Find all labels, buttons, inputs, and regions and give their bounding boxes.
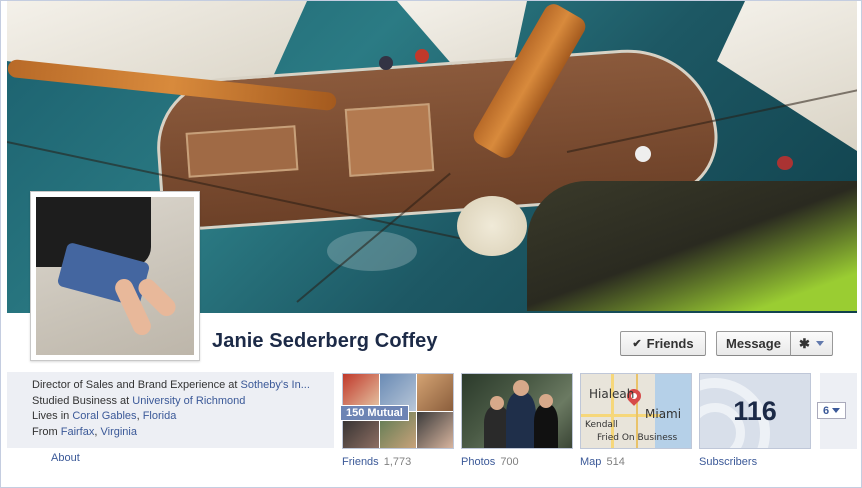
cabin [185, 125, 299, 178]
lives-text: Lives in [32, 410, 73, 422]
person [506, 392, 536, 448]
person [635, 146, 651, 162]
from-row: From Fairfax, Virginia [32, 425, 330, 441]
profile-page: Janie Sederberg Coffey ✔ Friends Message… [0, 0, 862, 488]
mutual-friends-badge[interactable]: 150 Mutual [340, 405, 409, 421]
message-button[interactable]: Message [716, 331, 791, 356]
map-count: 514 [606, 456, 625, 468]
map-thumbnail[interactable]: Hialeah Miami Kendall Fried On Business [580, 373, 692, 449]
work-link[interactable]: Sotheby's In... [241, 379, 310, 391]
friends-label-text: Friends [342, 456, 379, 468]
from-text: From [32, 425, 61, 438]
subscribers-count: 116 [733, 395, 777, 426]
more-apps-count: 6 [822, 404, 830, 417]
person [534, 404, 558, 448]
from-state-link[interactable]: Virginia [100, 426, 137, 438]
profile-info: Director of Sales and Brand Experience a… [7, 372, 334, 448]
photos-label[interactable]: Photos 700 [461, 456, 519, 468]
friends-label[interactable]: Friends 1,773 [342, 456, 411, 468]
message-button-label: Message [726, 336, 781, 351]
friend-photo [417, 411, 453, 448]
study-link[interactable]: University of Richmond [132, 395, 245, 407]
photos-label-text: Photos [461, 456, 496, 468]
person-head [490, 396, 504, 410]
more-apps-button[interactable]: 6 [817, 402, 846, 419]
profile-name[interactable]: Janie Sederberg Coffey [212, 330, 438, 353]
gear-icon: ✱ [799, 335, 810, 351]
chevron-down-icon [815, 341, 824, 346]
map-place-miami: Miami [645, 407, 682, 421]
friends-button[interactable]: ✔ Friends [620, 331, 706, 356]
friend-photo [417, 374, 453, 411]
friends-button-label: Friends [646, 336, 694, 351]
subscribers-thumbnail[interactable]: 116 [699, 373, 811, 449]
subscribers-label[interactable]: Subscribers [699, 456, 757, 468]
subscribers-label-text: Subscribers [699, 456, 758, 468]
about-link[interactable]: About [51, 452, 80, 464]
friends-count: 1,773 [383, 456, 412, 468]
settings-button[interactable]: ✱ [790, 331, 833, 356]
person-head [539, 394, 553, 408]
study-text: Studied Business at [32, 394, 133, 407]
climber [527, 181, 857, 311]
lives-row: Lives in Coral Gables, Florida [32, 409, 330, 425]
cabin [344, 103, 435, 177]
person [415, 49, 429, 63]
photos-count: 700 [500, 456, 519, 468]
rope-coil [457, 196, 527, 256]
map-place-kendall: Kendall [585, 420, 618, 430]
profile-picture[interactable] [30, 191, 200, 361]
map-label[interactable]: Map 514 [580, 456, 625, 468]
work-row: Director of Sales and Brand Experience a… [32, 378, 330, 394]
photos-thumbnail[interactable] [461, 373, 573, 449]
person [379, 56, 393, 70]
from-city-link[interactable]: Fairfax [61, 426, 95, 438]
work-text: Director of Sales and Brand Experience a… [32, 379, 241, 391]
person-head [513, 380, 529, 396]
person [777, 156, 793, 170]
map-place-hialeah: Hialeah [589, 387, 635, 401]
lives-city-link[interactable]: Coral Gables [72, 410, 136, 422]
lives-state-link[interactable]: Florida [143, 410, 177, 422]
map-caption: Fried On Business [597, 433, 678, 443]
check-icon: ✔ [632, 338, 642, 350]
profile-photo [36, 197, 194, 355]
map-label-text: Map [580, 456, 602, 468]
chevron-down-icon [832, 408, 841, 413]
sail [717, 1, 857, 151]
study-row: Studied Business at University of Richmo… [32, 394, 330, 410]
